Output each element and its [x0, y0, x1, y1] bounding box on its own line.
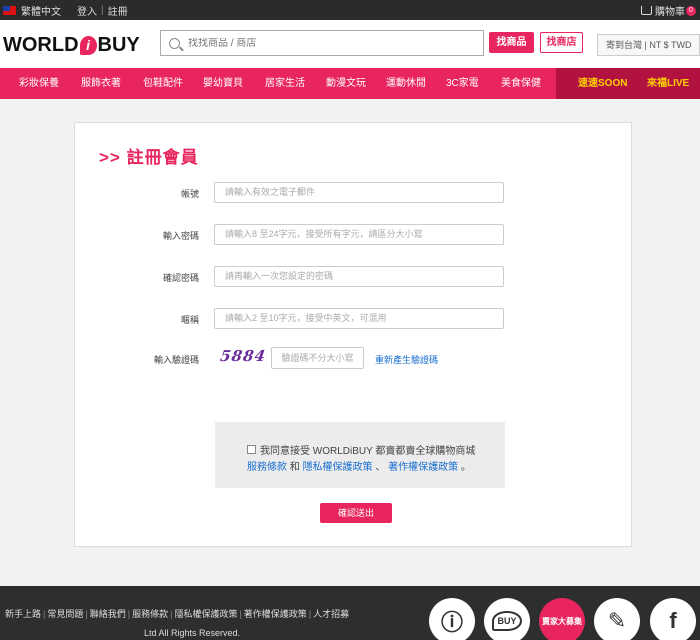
cart-count-badge: 0	[686, 5, 696, 16]
footer-separator: |	[308, 609, 312, 619]
confirm-password-label: 確認密碼	[162, 273, 199, 283]
taiwan-flag-icon	[3, 5, 16, 15]
policy-links: 服務條款 和 隱私權保護政策 、 著作權保護政策 。	[247, 458, 471, 473]
nav-item-cosmetics[interactable]: 彩妝保養	[19, 68, 59, 99]
facebook-icon: f	[669, 608, 677, 633]
seller-recruit-fab[interactable]: 賣家大募集	[539, 598, 585, 640]
footer-separator: |	[43, 609, 46, 619]
worldibuy-logo[interactable]: WORLD i BUY	[3, 34, 140, 57]
password-field[interactable]: 請輸入8 至24字元，接受所有字元，請區分大小寫	[214, 224, 504, 245]
nickname-label: 暱稱	[180, 315, 199, 325]
privacy-link[interactable]: 隱私權保護政策	[303, 462, 373, 473]
search-store-button[interactable]: 找商店	[540, 32, 583, 53]
nav-item-food[interactable]: 美食保健	[501, 68, 541, 99]
nav-item-bags-shoes[interactable]: 包鞋配件	[143, 68, 183, 99]
buy-bubble-icon: BUY	[492, 611, 522, 631]
topbar-separator: |	[101, 4, 104, 16]
search-input[interactable]	[188, 37, 468, 49]
facebook-fab[interactable]: f	[650, 598, 696, 640]
comma-text: 、	[375, 462, 386, 473]
footer-link-privacy[interactable]: 隱私權保護政策	[174, 609, 237, 619]
nav-item-3c[interactable]: 3C家電	[446, 68, 479, 99]
register-form-card: >> 註冊會員 帳號 請輸入有效之電子郵件 輸入密碼 請輸入8 至24字元，接受…	[74, 122, 632, 547]
region-currency-select[interactable]: 寄到台灣 | NT $ TWD	[597, 34, 700, 56]
category-nav: 彩妝保養 服飾衣著 包鞋配件 嬰幼寶貝 居家生活 動漫文玩 運動休閒 3C家電 …	[0, 68, 700, 99]
footer-link-careers[interactable]: 人才招募	[313, 609, 349, 619]
info-tag-icon: ⓘ	[440, 610, 463, 635]
nav-item-sports[interactable]: 運動休閒	[386, 68, 426, 99]
footer-link-faq[interactable]: 常見問題	[47, 609, 83, 619]
copyright-policy-link[interactable]: 著作權保護政策	[388, 462, 458, 473]
password-label: 輸入密碼	[162, 231, 199, 241]
footer-link-contact[interactable]: 聯絡我們	[90, 609, 126, 619]
register-link[interactable]: 註冊	[108, 3, 128, 18]
footer-separator: |	[127, 609, 131, 619]
cart-icon	[641, 6, 652, 15]
nav-item-anime[interactable]: 動漫文玩	[326, 68, 366, 99]
captcha-input[interactable]: 驗證碼不分大小寫	[271, 347, 364, 369]
page-title: >> 註冊會員	[99, 148, 199, 167]
logo-text-buy: BUY	[97, 34, 140, 56]
footer-links: 新手上路 | 常見問題 | 聯絡我們 | 服務條款 | 隱私權保護政策 | 著作權保護政策 | 人才招募	[5, 607, 349, 620]
account-label: 帳號	[180, 189, 199, 199]
captcha-image: 5884	[219, 347, 268, 365]
footer-separator: |	[239, 609, 242, 619]
agree-checkbox[interactable]	[247, 445, 256, 454]
footer-separator: |	[170, 609, 173, 619]
email-field[interactable]: 請輸入有效之電子郵件	[214, 182, 504, 203]
refresh-captcha-link[interactable]: 重新產生驗證碼	[375, 353, 438, 366]
pen-icon: ✎	[607, 608, 627, 633]
login-link[interactable]: 登入	[77, 3, 97, 18]
submit-button[interactable]: 確認送出	[320, 503, 392, 523]
and-text: 和	[289, 462, 300, 473]
footer-link-copyright[interactable]: 著作權保護政策	[244, 609, 307, 619]
terms-link[interactable]: 服務條款	[247, 462, 287, 473]
info-fab[interactable]: ⓘ	[429, 598, 475, 640]
language-selector[interactable]: 繁體中文	[21, 3, 61, 18]
nav-item-live[interactable]: 來福LIVE	[647, 68, 689, 99]
agreement-row: 我同意接受 WORLDiBUY 都賣都賣全球購物商城	[247, 442, 475, 457]
search-icon	[169, 37, 180, 49]
nav-item-home[interactable]: 居家生活	[265, 68, 305, 99]
search-product-button[interactable]: 找商品	[489, 32, 534, 53]
search-bar	[160, 30, 484, 56]
logo-i-bubble-icon: i	[79, 36, 97, 55]
edit-fab[interactable]: ✎	[594, 598, 640, 640]
confirm-password-field[interactable]: 請再輸入一次您設定的密碼	[214, 266, 504, 287]
cart-link[interactable]: 購物車 0	[641, 3, 696, 18]
buy-fab[interactable]: BUY	[484, 598, 530, 640]
cart-label: 購物車	[655, 7, 685, 18]
footer-link-terms[interactable]: 服務條款	[132, 609, 168, 619]
nav-item-clothing[interactable]: 服飾衣著	[81, 68, 121, 99]
nav-item-baby[interactable]: 嬰幼寶貝	[203, 68, 243, 99]
agreement-box: 我同意接受 WORLDiBUY 都賣都賣全球購物商城 服務條款 和 隱私權保護政…	[215, 422, 505, 488]
header: WORLD i BUY 找商品 找商店 寄到台灣 | NT $ TWD	[0, 20, 700, 68]
seller-recruit-label: 賣家大募集	[542, 616, 582, 626]
nickname-field[interactable]: 請輸入2 至10字元，接受中英文，可混用	[214, 308, 504, 329]
copyright-text: Ltd All Rights Reserved.	[144, 628, 241, 638]
logo-text-world: WORLD	[3, 34, 79, 56]
footer-link-newbie[interactable]: 新手上路	[5, 609, 41, 619]
period-text: 。	[460, 462, 471, 473]
footer: 新手上路 | 常見問題 | 聯絡我們 | 服務條款 | 隱私權保護政策 | 著作權保護政策 | 人才招募…	[0, 586, 700, 640]
captcha-label: 輸入驗證碼	[153, 355, 199, 365]
nav-item-soon[interactable]: 速速SOON	[578, 68, 627, 99]
top-bar: 繁體中文 登入 | 註冊 購物車 0	[0, 0, 700, 20]
footer-separator: |	[85, 609, 88, 619]
agreement-text: 我同意接受 WORLDiBUY 都賣都賣全球購物商城	[260, 446, 476, 457]
